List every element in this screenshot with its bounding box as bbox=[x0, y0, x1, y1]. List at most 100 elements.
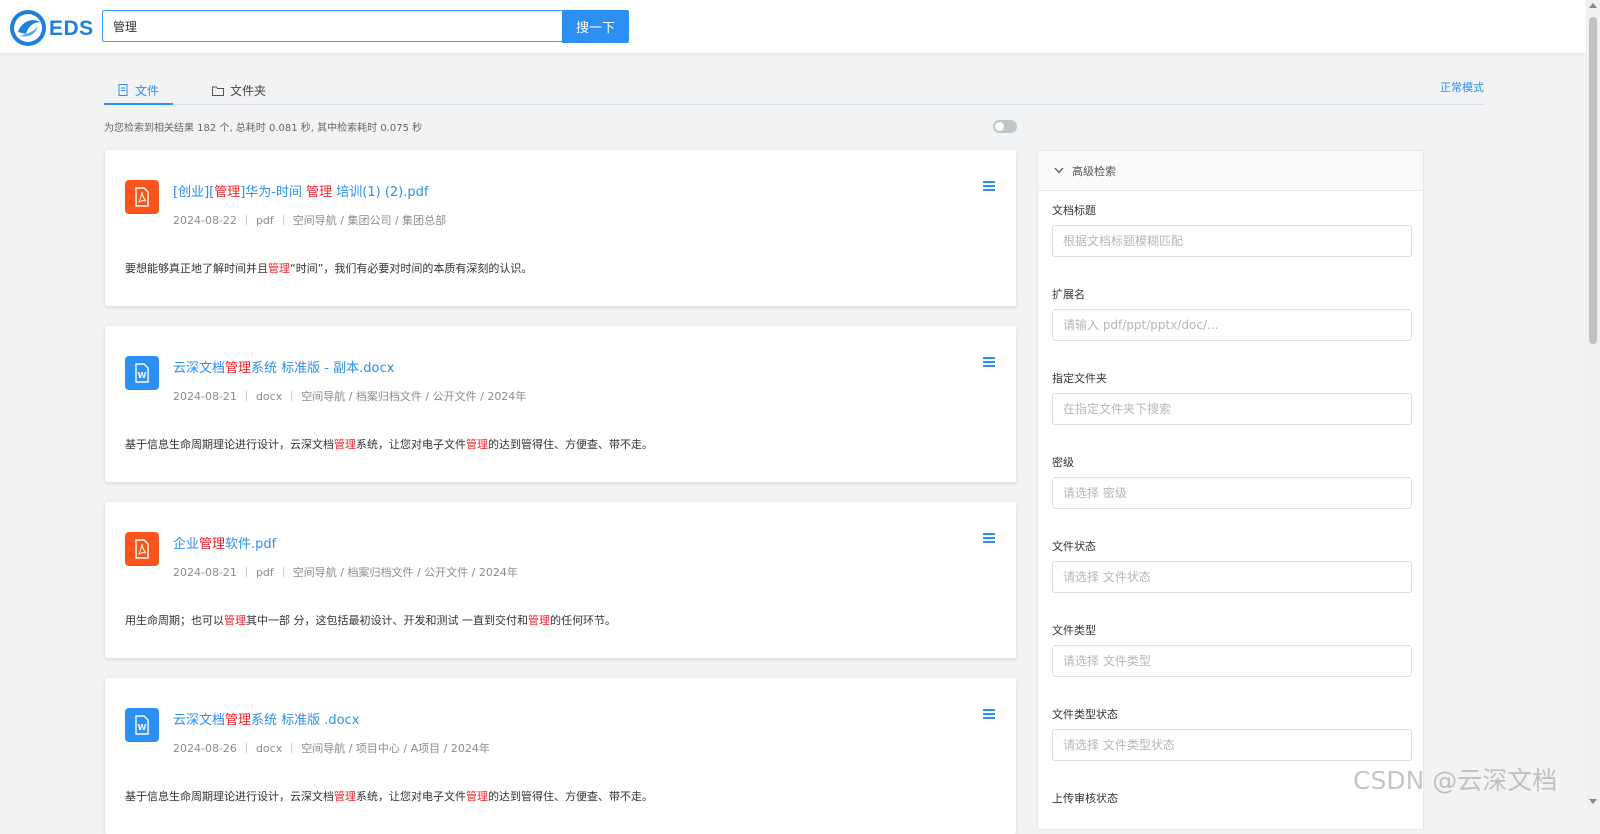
title-text: 系统 标准版 - 副本.docx bbox=[251, 361, 395, 376]
result-path[interactable]: 空间导航 / 项目中心 / A项目 / 2024年 bbox=[301, 742, 490, 755]
keyword-highlight: 管理 bbox=[225, 361, 252, 376]
keyword-highlight: 管理 bbox=[199, 537, 226, 552]
normal-mode-link[interactable]: 正常模式 bbox=[1440, 79, 1484, 95]
keyword-highlight: 管理 bbox=[225, 713, 252, 728]
snippet-text: 的达到管得住、方便查、带不走。 bbox=[488, 790, 653, 803]
svg-text:W: W bbox=[138, 371, 147, 380]
advanced-search-panel: 高级检索 文档标题扩展名指定文件夹密级文件状态文件类型文件类型状态上传审核状态 bbox=[1037, 150, 1424, 830]
menu-icon[interactable] bbox=[982, 356, 996, 370]
keyword-highlight: 管理 bbox=[334, 438, 356, 451]
filter-field[interactable] bbox=[1052, 645, 1412, 677]
result-path[interactable]: 空间导航 / 集团公司 / 集团总部 bbox=[293, 214, 446, 227]
result-card[interactable]: [创业][管理]华为-时间 管理 培训(1) (2).pdf 2024-08-22… bbox=[105, 150, 1016, 306]
keyword-highlight: 管理 bbox=[466, 438, 488, 451]
snippet-text: 基于信息生命周期理论进行设计，云深文档 bbox=[125, 438, 334, 451]
filter-label: 密级 bbox=[1052, 456, 1074, 469]
filter-label: 文件类型 bbox=[1052, 624, 1096, 637]
filter-input[interactable] bbox=[1053, 562, 1411, 592]
title-text: 软件.pdf bbox=[225, 537, 277, 552]
result-title-link[interactable]: [创业][管理]华为-时间 管理 培训(1) (2).pdf bbox=[173, 181, 428, 200]
meta-divider bbox=[245, 215, 247, 225]
filter-field[interactable] bbox=[1052, 561, 1412, 593]
filter-label: 扩展名 bbox=[1052, 288, 1085, 301]
snippet-text: 的达到管得住、方便查、带不走。 bbox=[488, 438, 653, 451]
filter-input[interactable] bbox=[1053, 394, 1411, 424]
filter-label: 文档标题 bbox=[1052, 204, 1096, 217]
result-stats: 为您检索到相关结果 182 个, 总耗时 0.081 秒, 其中检索耗时 0.0… bbox=[104, 123, 423, 134]
menu-icon[interactable] bbox=[982, 532, 996, 546]
menu-icon[interactable] bbox=[982, 708, 996, 722]
title-text: 云深文档 bbox=[173, 713, 226, 728]
filter-field[interactable] bbox=[1052, 393, 1412, 425]
title-text: 云深文档 bbox=[173, 361, 226, 376]
meta-divider bbox=[245, 391, 247, 401]
eds-logo[interactable]: EDS bbox=[8, 8, 93, 48]
result-title-link[interactable]: 云深文档管理系统 标准版 .docx bbox=[173, 709, 359, 728]
menu-icon-line bbox=[983, 365, 995, 367]
word-file-icon: W bbox=[125, 356, 159, 390]
filter-field[interactable] bbox=[1052, 225, 1412, 257]
keyword-highlight: 管理 bbox=[528, 614, 550, 627]
keyword-highlight: 管理 bbox=[306, 185, 333, 200]
title-text: 系统 标准版 .docx bbox=[251, 713, 360, 728]
result-extension: pdf bbox=[255, 214, 274, 227]
search-input[interactable] bbox=[103, 11, 562, 41]
filter-input[interactable] bbox=[1053, 310, 1411, 340]
word-file-icon: W bbox=[125, 708, 159, 742]
result-card[interactable]: 企业管理软件.pdf 2024-08-21 pdf 空间导航 / 档案归档文件 / 公… bbox=[105, 502, 1016, 658]
filter-field[interactable] bbox=[1052, 729, 1412, 761]
filter-label: 指定文件夹 bbox=[1052, 372, 1107, 385]
result-title-link[interactable]: 云深文档管理系统 标准版 - 副本.docx bbox=[173, 357, 394, 376]
filter-input[interactable] bbox=[1053, 226, 1411, 256]
tab-files[interactable]: 文件 bbox=[118, 77, 159, 103]
pdf-file-icon bbox=[125, 532, 159, 566]
tab-files-label: 文件 bbox=[135, 83, 160, 98]
menu-icon-line bbox=[983, 713, 995, 715]
menu-icon-line bbox=[983, 533, 995, 535]
filter-input[interactable] bbox=[1053, 478, 1411, 508]
search-box[interactable] bbox=[102, 10, 562, 42]
result-path[interactable]: 空间导航 / 档案归档文件 / 公开文件 / 2024年 bbox=[293, 566, 518, 579]
result-meta: 2024-08-22 pdf 空间导航 / 集团公司 / 集团总部 bbox=[173, 212, 446, 228]
result-date: 2024-08-26 bbox=[173, 742, 237, 755]
meta-divider bbox=[291, 743, 293, 753]
snippet-text: 系统，让您对电子文件 bbox=[356, 790, 466, 803]
filter-field[interactable] bbox=[1052, 477, 1412, 509]
filter-field[interactable] bbox=[1052, 309, 1412, 341]
title-text: 企业 bbox=[173, 537, 200, 552]
snippet-text: 基于信息生命周期理论进行设计，云深文档 bbox=[125, 790, 334, 803]
menu-icon[interactable] bbox=[982, 180, 996, 194]
title-text: 培训(1) (2).pdf bbox=[332, 185, 429, 200]
top-header: EDS 搜一下 bbox=[0, 0, 1586, 53]
keyword-highlight: 管理 bbox=[466, 790, 488, 803]
menu-icon-line bbox=[983, 717, 995, 719]
file-icon bbox=[118, 84, 128, 96]
scroll-thumb[interactable] bbox=[1589, 17, 1597, 344]
result-snippet: 基于信息生命周期理论进行设计，云深文档管理系统，让您对电子文件管理的达到管得住、… bbox=[125, 436, 653, 452]
advanced-search-header[interactable]: 高级检索 bbox=[1038, 151, 1423, 191]
menu-icon-line bbox=[983, 185, 995, 187]
result-card[interactable]: W 云深文档管理系统 标准版 - 副本.docx 2024-08-21 docx 空间导… bbox=[105, 326, 1016, 482]
result-tabs: 文件 文件夹 正常模式 bbox=[104, 68, 1484, 105]
scroll-down-arrow-icon[interactable] bbox=[1589, 799, 1597, 804]
view-toggle-switch[interactable] bbox=[993, 120, 1017, 133]
result-snippet: 用生命周期；也可以管理其中一部 分，这包括最初设计、开发和测试 一直到交付和管理… bbox=[125, 612, 616, 628]
svg-text:W: W bbox=[138, 723, 147, 732]
result-path[interactable]: 空间导航 / 档案归档文件 / 公开文件 / 2024年 bbox=[301, 390, 526, 403]
folder-icon bbox=[212, 86, 224, 96]
keyword-highlight: 管理 bbox=[224, 614, 246, 627]
keyword-highlight: 管理 bbox=[214, 185, 241, 200]
filter-input[interactable] bbox=[1053, 730, 1411, 760]
menu-icon-line bbox=[983, 189, 995, 191]
snippet-text: 的任何环节。 bbox=[550, 614, 616, 627]
tab-folders[interactable]: 文件夹 bbox=[212, 77, 266, 103]
scroll-up-arrow-icon[interactable] bbox=[1589, 3, 1597, 8]
result-title-link[interactable]: 企业管理软件.pdf bbox=[173, 533, 276, 552]
toggle-knob bbox=[995, 122, 1004, 131]
search-button[interactable]: 搜一下 bbox=[562, 10, 629, 43]
snippet-text: 用生命周期；也可以 bbox=[125, 614, 224, 627]
page-scrollbar[interactable] bbox=[1586, 0, 1600, 807]
result-card[interactable]: W 云深文档管理系统 标准版 .docx 2024-08-26 docx 空间导航 / … bbox=[105, 678, 1016, 834]
filter-input[interactable] bbox=[1053, 646, 1411, 676]
result-snippet: 基于信息生命周期理论进行设计，云深文档管理系统，让您对电子文件管理的达到管得住、… bbox=[125, 788, 653, 804]
